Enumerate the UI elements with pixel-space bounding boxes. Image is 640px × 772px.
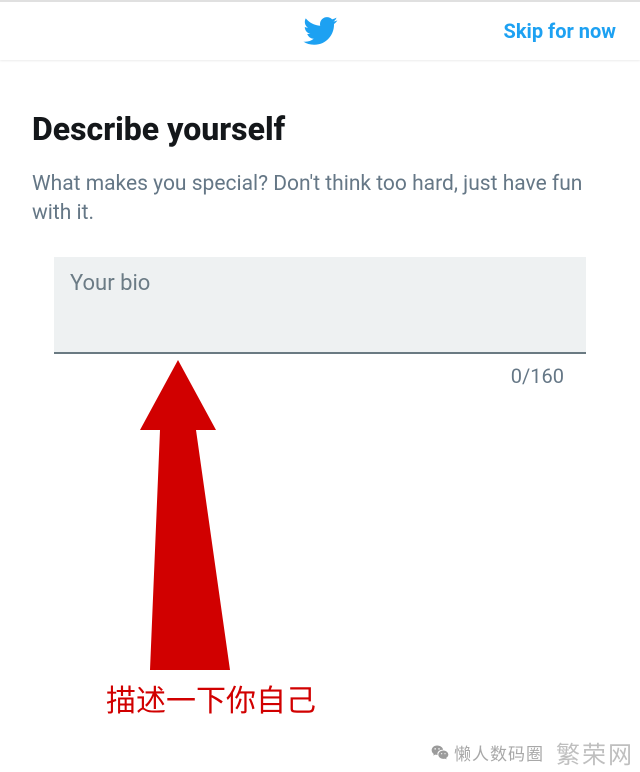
skip-link[interactable]: Skip for now	[504, 19, 616, 43]
watermark-source: 懒人数码圈	[454, 740, 544, 765]
main-content: Describe yourself What makes you special…	[0, 60, 640, 388]
watermark-brand: 繁荣网	[556, 735, 640, 770]
char-counter: 0/160	[54, 354, 586, 388]
annotation-arrow	[140, 360, 260, 670]
header-bar: Skip for now	[0, 0, 640, 60]
wechat-icon	[430, 743, 450, 763]
bio-textarea[interactable]: Your bio	[54, 257, 586, 354]
watermark: 懒人数码圈 繁荣网	[430, 735, 640, 770]
page-title: Describe yourself	[32, 110, 608, 148]
bio-wrapper: Your bio 0/160	[32, 257, 608, 388]
page-subtitle: What makes you special? Don't think too …	[32, 170, 608, 229]
twitter-bird-icon	[302, 13, 338, 49]
annotation-text: 描述一下你自己	[106, 676, 316, 720]
bio-placeholder: Your bio	[70, 271, 150, 296]
